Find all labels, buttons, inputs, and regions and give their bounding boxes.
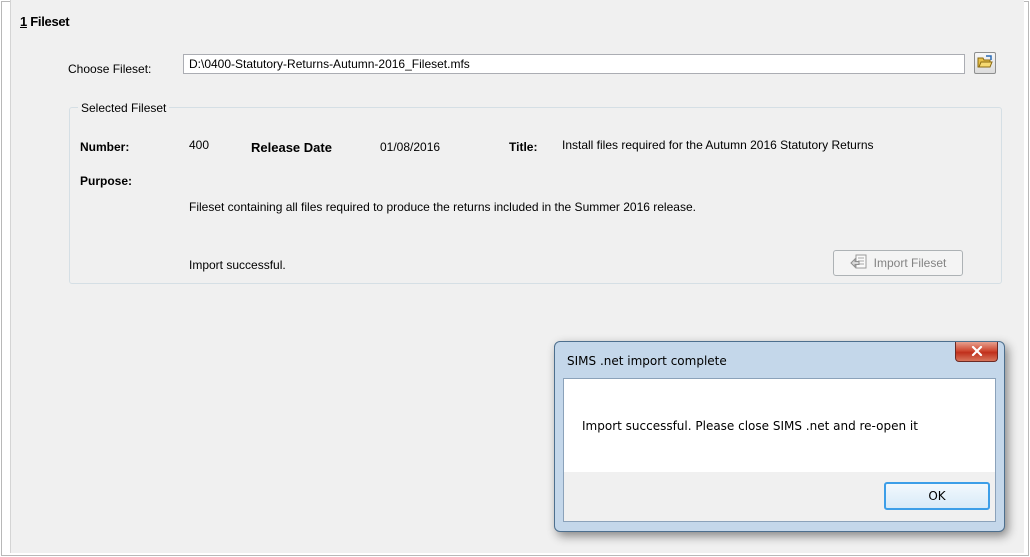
import-complete-dialog: SIMS .net import complete Import success… (554, 341, 1005, 532)
section-title: Fileset (30, 14, 70, 29)
fileset-path-field[interactable]: D:\0400-Statutory-Returns-Autumn-2016_Fi… (183, 54, 965, 74)
browse-button[interactable] (974, 52, 996, 74)
title-label: Title: (509, 140, 538, 154)
close-icon (971, 345, 983, 359)
release-date-label: Release Date (251, 140, 332, 155)
title-value: Install files required for the Autumn 20… (562, 138, 874, 152)
selected-fileset-legend: Selected Fileset (78, 101, 170, 115)
import-fileset-label: Import Fileset (873, 256, 947, 270)
dialog-body: Import successful. Please close SIMS .ne… (563, 378, 996, 472)
dialog-footer: OK (563, 472, 996, 522)
purpose-value: Fileset containing all files required to… (189, 200, 696, 214)
import-status: Import successful. (189, 258, 286, 272)
section-number: 1 (20, 14, 27, 29)
number-label: Number: (80, 140, 130, 154)
choose-fileset-label: Choose Fileset: (68, 62, 152, 76)
dialog-message: Import successful. Please close SIMS .ne… (582, 419, 918, 433)
import-icon (849, 254, 868, 273)
import-fileset-button[interactable]: Import Fileset (833, 250, 963, 276)
section-header: 1 Fileset (20, 14, 70, 29)
dialog-close-button[interactable] (955, 342, 998, 362)
ok-button[interactable]: OK (884, 482, 990, 510)
number-value: 400 (189, 138, 210, 152)
dialog-title: SIMS .net import complete (567, 354, 727, 368)
purpose-label: Purpose: (80, 174, 133, 188)
release-date-value: 01/08/2016 (380, 140, 441, 154)
folder-open-icon (977, 54, 993, 72)
